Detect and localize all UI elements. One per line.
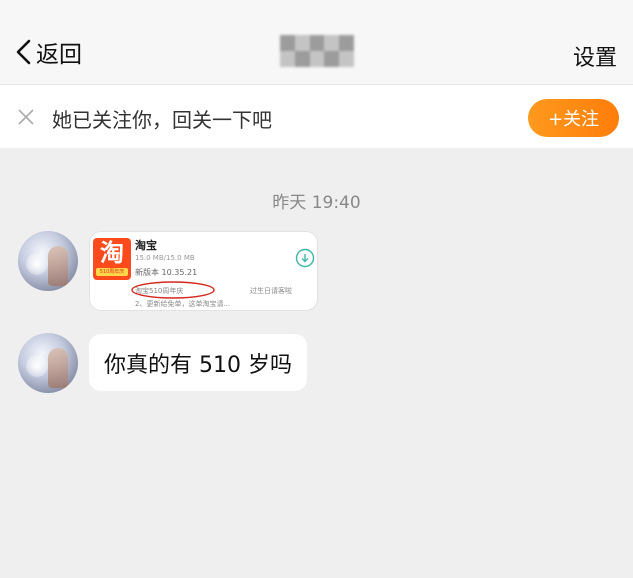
back-button[interactable]: 返回: [14, 30, 82, 74]
app-icon-glyph: 淘: [100, 239, 124, 267]
app-name: 淘宝: [135, 239, 157, 252]
message-timestamp: 昨天 19:40: [272, 193, 361, 213]
chat-title-pixelated: [280, 35, 354, 67]
app-version: 新版本 10.35.21: [135, 268, 198, 277]
app-icon-tag: 510周年庆: [96, 268, 128, 276]
update-note-line2: 2、更新给免单，这单淘宝请...: [135, 300, 231, 308]
settings-button[interactable]: 设置: [573, 40, 617, 72]
close-icon[interactable]: [15, 106, 37, 128]
follow-button[interactable]: +关注: [528, 99, 619, 137]
download-icon[interactable]: [295, 248, 315, 268]
update-note-rest: 过生日请客啦: [250, 287, 292, 295]
back-label: 返回: [36, 42, 82, 68]
follow-suggestion-bar: 她已关注你，回关一下吧 +关注: [0, 84, 633, 148]
taobao-app-icon: 淘 510周年庆: [93, 238, 131, 280]
app-update-card[interactable]: 淘 510周年庆 淘宝 15.0 MB/15.0 MB 新版本 10.35.21…: [89, 231, 318, 311]
avatar[interactable]: [18, 333, 78, 393]
app-size: 15.0 MB/15.0 MB: [135, 254, 195, 262]
avatar[interactable]: [18, 231, 78, 291]
follow-suggestion-text: 她已关注你，回关一下吧: [52, 108, 272, 132]
red-circle-annotation: [131, 281, 215, 299]
chevron-left-icon: [16, 39, 31, 65]
message-bubble[interactable]: 你真的有 510 岁吗: [89, 334, 307, 391]
nav-bar: 返回 设置: [0, 0, 633, 84]
